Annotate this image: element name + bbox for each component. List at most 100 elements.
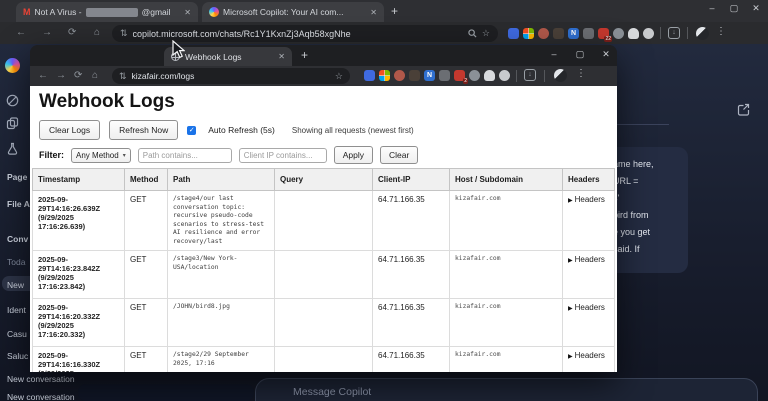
labs-flask-icon[interactable] — [6, 142, 19, 155]
arc-extension-icon[interactable] — [484, 70, 495, 81]
microsoft-extension-icon[interactable] — [379, 70, 390, 81]
home-icon[interactable]: ⌂ — [92, 70, 98, 81]
auto-refresh-checkbox[interactable]: ✓ — [187, 125, 197, 135]
col-headers: Headers — [562, 168, 615, 191]
shield-extension-icon[interactable] — [508, 28, 519, 39]
clear-logs-button[interactable]: Clear Logs — [39, 120, 101, 140]
expand-triangle-icon[interactable]: ▶ — [568, 198, 573, 204]
person-extension-icon[interactable] — [394, 70, 405, 81]
profile-avatar[interactable] — [696, 27, 709, 40]
site-info-icon[interactable]: ⇅ — [119, 71, 127, 82]
copilot-composer[interactable] — [255, 378, 758, 401]
dark-extension-icon[interactable] — [553, 28, 564, 39]
expand-triangle-icon[interactable]: ▶ — [568, 306, 573, 312]
headers-toggle-label[interactable]: Headers — [575, 351, 605, 360]
arc-extension-icon[interactable] — [628, 28, 639, 39]
new-tab-button[interactable]: + — [391, 4, 398, 18]
expand-triangle-icon[interactable]: ▶ — [568, 258, 573, 264]
headers-toggle-label[interactable]: Headers — [575, 255, 605, 264]
red-badge-extension-icon[interactable]: 22 — [598, 28, 612, 42]
filter-label: Filter: — [39, 150, 65, 160]
sidebar-item-new-conversation[interactable]: New conversation — [7, 392, 75, 401]
apply-button[interactable]: Apply — [333, 146, 373, 164]
discover-icon[interactable] — [6, 94, 19, 107]
method-select[interactable]: Any Method ▾ — [71, 147, 131, 163]
notion-extension-icon[interactable]: N — [568, 28, 579, 39]
sidebar-item-conversations[interactable]: Conv — [7, 234, 28, 244]
site-info-icon[interactable]: ⇅ — [120, 28, 128, 39]
popup-maximize-button[interactable]: ▢ — [572, 49, 588, 60]
cell-headers[interactable]: ▶ Headers — [562, 250, 615, 299]
globe-extension-icon[interactable] — [469, 70, 480, 81]
reload-icon[interactable]: ⟳ — [74, 70, 82, 81]
zoom-icon[interactable] — [468, 29, 477, 38]
clear-button[interactable]: Clear — [380, 146, 419, 164]
pages-icon[interactable] — [6, 117, 19, 130]
message-input[interactable] — [291, 385, 591, 399]
bookmark-star-icon[interactable]: ☆ — [482, 28, 490, 39]
sidebar-item-ident[interactable]: Ident — [7, 305, 26, 315]
face-extension-icon[interactable] — [583, 28, 594, 39]
cell-path: /stage2/29 September 2025, 17:16 — [167, 346, 275, 372]
timestamp-local: (9/29/2025 17:16:20.332) — [38, 321, 86, 339]
dark-extension-icon[interactable] — [409, 70, 420, 81]
popup-minimize-button[interactable]: – — [546, 49, 562, 59]
cell-headers[interactable]: ▶ Headers — [562, 298, 615, 347]
url-text: copilot.microsoft.com/chats/Rc1Y1KxnZj3A… — [132, 28, 351, 39]
face-extension-icon[interactable] — [439, 70, 450, 81]
back-icon[interactable]: ← — [38, 70, 48, 81]
tab-close-icon[interactable]: ✕ — [278, 52, 285, 61]
bookmark-star-icon[interactable]: ☆ — [335, 71, 343, 82]
globe-extension-icon[interactable] — [613, 28, 624, 39]
microsoft-extension-icon[interactable] — [523, 28, 534, 39]
path-filter-input[interactable] — [137, 147, 232, 163]
refresh-now-button[interactable]: Refresh Now — [109, 120, 179, 140]
sidebar-item-new[interactable]: New — [7, 280, 24, 290]
share-icon[interactable] — [736, 102, 751, 117]
message-line: s' — [613, 190, 681, 207]
downloads-icon[interactable]: ↓ — [668, 27, 680, 39]
sidebar-item-files[interactable]: File A — [7, 199, 30, 209]
cell-headers[interactable]: ▶ Headers — [562, 346, 615, 372]
ring-extension-icon[interactable] — [499, 70, 510, 81]
new-tab-button[interactable]: + — [301, 48, 308, 62]
ip-filter-input[interactable] — [238, 147, 327, 163]
window-maximize-button[interactable]: ▢ — [726, 3, 742, 14]
ring-extension-icon[interactable] — [643, 28, 654, 39]
sidebar-item-saluc[interactable]: Saluc — [7, 351, 28, 361]
browser-menu-icon[interactable]: ⋮ — [576, 68, 586, 79]
reload-icon[interactable]: ⟳ — [68, 27, 76, 38]
table-row: 2025-09-29T14:16:23.842Z (9/29/2025 17:1… — [32, 250, 615, 299]
cell-host: kizafair.com — [449, 298, 563, 347]
tab-webhook-logs[interactable]: Webhook Logs ✕ — [164, 47, 292, 66]
sidebar-item-new-conversation[interactable]: New conversation — [7, 374, 75, 384]
forward-icon[interactable]: → — [56, 70, 66, 81]
tab-close-icon[interactable]: ✕ — [370, 8, 377, 17]
tab-close-icon[interactable]: ✕ — [184, 8, 191, 17]
notion-extension-icon[interactable]: N — [424, 70, 435, 81]
home-icon[interactable]: ⌂ — [94, 27, 100, 38]
person-extension-icon[interactable] — [538, 28, 549, 39]
sidebar-item-casu[interactable]: Casu — [7, 329, 27, 339]
forward-icon[interactable]: → — [42, 27, 52, 38]
profile-avatar[interactable] — [554, 69, 567, 82]
chevron-down-icon: ▾ — [122, 152, 126, 159]
browser-menu-icon[interactable]: ⋮ — [716, 26, 726, 37]
headers-toggle-label[interactable]: Headers — [575, 303, 605, 312]
popup-close-button[interactable]: ✕ — [598, 49, 614, 60]
red-badge-extension-icon[interactable]: 2 — [454, 70, 468, 84]
cell-headers[interactable]: ▶ Headers — [562, 190, 615, 251]
tab-copilot[interactable]: Microsoft Copilot: Your AI com... ✕ — [202, 2, 384, 22]
headers-toggle-label[interactable]: Headers — [575, 195, 605, 204]
shield-extension-icon[interactable] — [364, 70, 375, 81]
sidebar-item-pages[interactable]: Page — [7, 172, 27, 182]
tab-gmail[interactable]: M Not A Virus - @gmail ✕ — [16, 2, 198, 22]
window-minimize-button[interactable]: – — [704, 3, 720, 13]
screenshot-icon[interactable]: ↓ — [524, 69, 536, 81]
back-icon[interactable]: ← — [16, 27, 26, 38]
address-bar[interactable]: ⇅ kizafair.com/logs ☆ — [112, 68, 350, 84]
copilot-logo[interactable] — [5, 58, 20, 73]
expand-triangle-icon[interactable]: ▶ — [568, 354, 573, 360]
window-close-button[interactable]: ✕ — [748, 3, 764, 14]
address-bar[interactable]: ⇅ copilot.microsoft.com/chats/Rc1Y1KxnZj… — [112, 25, 498, 42]
